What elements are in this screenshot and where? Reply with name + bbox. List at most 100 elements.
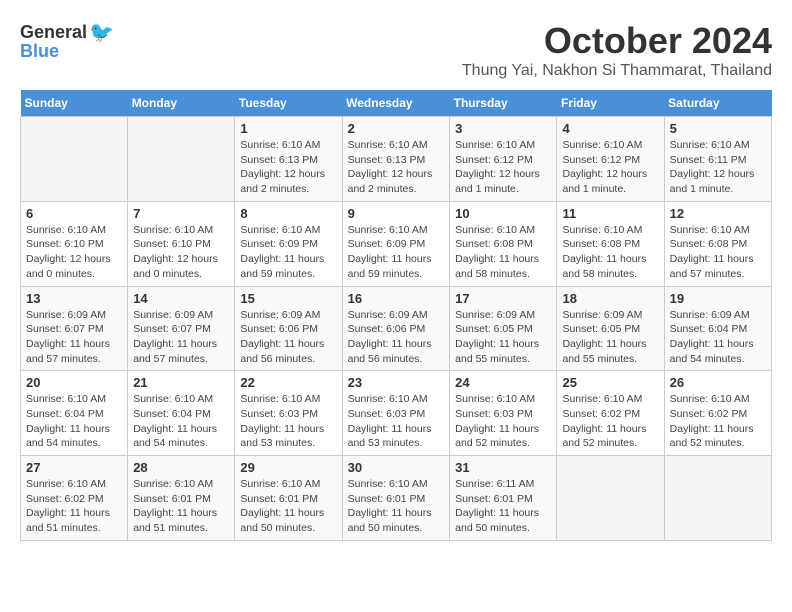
calendar-cell: 8 Sunrise: 6:10 AMSunset: 6:09 PMDaylight… — [235, 201, 342, 286]
day-detail: Sunrise: 6:09 AMSunset: 6:07 PMDaylight:… — [133, 308, 229, 367]
day-number: 15 — [240, 291, 336, 306]
calendar-cell: 16 Sunrise: 6:09 AMSunset: 6:06 PMDayligh… — [342, 286, 450, 371]
day-number: 7 — [133, 206, 229, 221]
dow-header-monday: Monday — [128, 90, 235, 117]
calendar-cell: 29 Sunrise: 6:10 AMSunset: 6:01 PMDayligh… — [235, 456, 342, 541]
day-detail: Sunrise: 6:10 AMSunset: 6:08 PMDaylight:… — [562, 223, 658, 282]
calendar-cell: 30Sunrise: 6:10 AMSunset: 6:01 PMDayligh… — [342, 456, 450, 541]
calendar-cell: 5 Sunrise: 6:10 AMSunset: 6:11 PMDaylight… — [664, 117, 771, 202]
calendar-cell: 14 Sunrise: 6:09 AMSunset: 6:07 PMDayligh… — [128, 286, 235, 371]
day-detail: Sunrise: 6:10 AMSunset: 6:02 PMDaylight:… — [670, 392, 766, 451]
day-number: 24 — [455, 375, 551, 390]
day-number: 17 — [455, 291, 551, 306]
day-detail: Sunrise: 6:10 AMSunset: 6:12 PMDaylight:… — [562, 138, 658, 197]
calendar-cell: 9 Sunrise: 6:10 AMSunset: 6:09 PMDaylight… — [342, 201, 450, 286]
day-detail: Sunrise: 6:09 AMSunset: 6:04 PMDaylight:… — [670, 308, 766, 367]
day-detail: Sunrise: 6:10 AMSunset: 6:02 PMDaylight:… — [562, 392, 658, 451]
day-detail: Sunrise: 6:10 AMSunset: 6:03 PMDaylight:… — [240, 392, 336, 451]
day-detail: Sunrise: 6:10 AMSunset: 6:13 PMDaylight:… — [348, 138, 445, 197]
logo-blue-text: Blue — [20, 41, 59, 62]
day-detail: Sunrise: 6:09 AMSunset: 6:05 PMDaylight:… — [562, 308, 658, 367]
calendar-cell: 31Sunrise: 6:11 AMSunset: 6:01 PMDayligh… — [450, 456, 557, 541]
day-number: 6 — [26, 206, 122, 221]
calendar-cell: 12 Sunrise: 6:10 AMSunset: 6:08 PMDayligh… — [664, 201, 771, 286]
logo: General 🐦 Blue — [20, 20, 114, 62]
day-detail: Sunrise: 6:10 AMSunset: 6:04 PMDaylight:… — [133, 392, 229, 451]
day-detail: Sunrise: 6:10 AMSunset: 6:09 PMDaylight:… — [348, 223, 445, 282]
day-detail: Sunrise: 6:10 AMSunset: 6:12 PMDaylight:… — [455, 138, 551, 197]
day-number: 2 — [348, 121, 445, 136]
calendar-cell: 17 Sunrise: 6:09 AMSunset: 6:05 PMDayligh… — [450, 286, 557, 371]
day-detail: Sunrise: 6:10 AMSunset: 6:08 PMDaylight:… — [455, 223, 551, 282]
day-number: 16 — [348, 291, 445, 306]
calendar-cell: 18 Sunrise: 6:09 AMSunset: 6:05 PMDayligh… — [557, 286, 664, 371]
day-number: 10 — [455, 206, 551, 221]
calendar-cell: 28 Sunrise: 6:10 AMSunset: 6:01 PMDayligh… — [128, 456, 235, 541]
day-number: 3 — [455, 121, 551, 136]
calendar-cell: 27 Sunrise: 6:10 AMSunset: 6:02 PMDayligh… — [21, 456, 128, 541]
day-number: 18 — [562, 291, 658, 306]
day-detail: Sunrise: 6:09 AMSunset: 6:07 PMDaylight:… — [26, 308, 122, 367]
day-number: 28 — [133, 460, 229, 475]
day-detail: Sunrise: 6:10 AMSunset: 6:01 PMDaylight:… — [133, 477, 229, 536]
day-number: 13 — [26, 291, 122, 306]
day-number: 9 — [348, 206, 445, 221]
calendar-cell: 3 Sunrise: 6:10 AMSunset: 6:12 PMDaylight… — [450, 117, 557, 202]
logo-general-text: General — [20, 22, 87, 43]
logo-bird-icon: 🐦 — [89, 20, 114, 45]
day-detail: Sunrise: 6:10 AMSunset: 6:13 PMDaylight:… — [240, 138, 336, 197]
dow-header-friday: Friday — [557, 90, 664, 117]
dow-header-sunday: Sunday — [21, 90, 128, 117]
day-detail: Sunrise: 6:10 AMSunset: 6:04 PMDaylight:… — [26, 392, 122, 451]
calendar-cell: 23 Sunrise: 6:10 AMSunset: 6:03 PMDayligh… — [342, 371, 450, 456]
calendar-cell: 1 Sunrise: 6:10 AMSunset: 6:13 PMDaylight… — [235, 117, 342, 202]
dow-header-thursday: Thursday — [450, 90, 557, 117]
day-number: 14 — [133, 291, 229, 306]
day-number: 12 — [670, 206, 766, 221]
day-detail: Sunrise: 6:09 AMSunset: 6:06 PMDaylight:… — [348, 308, 445, 367]
day-number: 4 — [562, 121, 658, 136]
calendar-cell: 19Sunrise: 6:09 AMSunset: 6:04 PMDayligh… — [664, 286, 771, 371]
day-detail: Sunrise: 6:10 AMSunset: 6:10 PMDaylight:… — [133, 223, 229, 282]
day-detail: Sunrise: 6:09 AMSunset: 6:05 PMDaylight:… — [455, 308, 551, 367]
day-detail: Sunrise: 6:10 AMSunset: 6:10 PMDaylight:… — [26, 223, 122, 282]
day-number: 1 — [240, 121, 336, 136]
month-title: October 2024 — [462, 20, 772, 62]
day-number: 20 — [26, 375, 122, 390]
day-detail: Sunrise: 6:10 AMSunset: 6:11 PMDaylight:… — [670, 138, 766, 197]
day-detail: Sunrise: 6:10 AMSunset: 6:01 PMDaylight:… — [240, 477, 336, 536]
day-number: 8 — [240, 206, 336, 221]
day-number: 23 — [348, 375, 445, 390]
calendar-cell: 13 Sunrise: 6:09 AMSunset: 6:07 PMDayligh… — [21, 286, 128, 371]
location-title: Thung Yai, Nakhon Si Thammarat, Thailand — [462, 62, 772, 80]
day-number: 27 — [26, 460, 122, 475]
day-detail: Sunrise: 6:10 AMSunset: 6:03 PMDaylight:… — [348, 392, 445, 451]
day-detail: Sunrise: 6:09 AMSunset: 6:06 PMDaylight:… — [240, 308, 336, 367]
calendar-cell: 26Sunrise: 6:10 AMSunset: 6:02 PMDayligh… — [664, 371, 771, 456]
day-number: 31 — [455, 460, 551, 475]
calendar-cell — [557, 456, 664, 541]
calendar-cell: 22 Sunrise: 6:10 AMSunset: 6:03 PMDayligh… — [235, 371, 342, 456]
calendar-cell: 11 Sunrise: 6:10 AMSunset: 6:08 PMDayligh… — [557, 201, 664, 286]
day-number: 29 — [240, 460, 336, 475]
calendar-cell: 6 Sunrise: 6:10 AMSunset: 6:10 PMDaylight… — [21, 201, 128, 286]
calendar-cell — [128, 117, 235, 202]
day-number: 25 — [562, 375, 658, 390]
calendar-cell: 20 Sunrise: 6:10 AMSunset: 6:04 PMDayligh… — [21, 371, 128, 456]
day-number: 30 — [348, 460, 445, 475]
day-detail: Sunrise: 6:10 AMSunset: 6:08 PMDaylight:… — [670, 223, 766, 282]
calendar-cell: 7 Sunrise: 6:10 AMSunset: 6:10 PMDaylight… — [128, 201, 235, 286]
calendar-cell: 25 Sunrise: 6:10 AMSunset: 6:02 PMDayligh… — [557, 371, 664, 456]
calendar-cell: 21Sunrise: 6:10 AMSunset: 6:04 PMDayligh… — [128, 371, 235, 456]
day-number: 5 — [670, 121, 766, 136]
day-detail: Sunrise: 6:10 AMSunset: 6:09 PMDaylight:… — [240, 223, 336, 282]
calendar-cell — [664, 456, 771, 541]
day-detail: Sunrise: 6:10 AMSunset: 6:02 PMDaylight:… — [26, 477, 122, 536]
dow-header-wednesday: Wednesday — [342, 90, 450, 117]
dow-header-tuesday: Tuesday — [235, 90, 342, 117]
calendar-cell: 2 Sunrise: 6:10 AMSunset: 6:13 PMDaylight… — [342, 117, 450, 202]
day-number: 22 — [240, 375, 336, 390]
day-number: 11 — [562, 206, 658, 221]
calendar-cell: 15 Sunrise: 6:09 AMSunset: 6:06 PMDayligh… — [235, 286, 342, 371]
calendar-cell — [21, 117, 128, 202]
